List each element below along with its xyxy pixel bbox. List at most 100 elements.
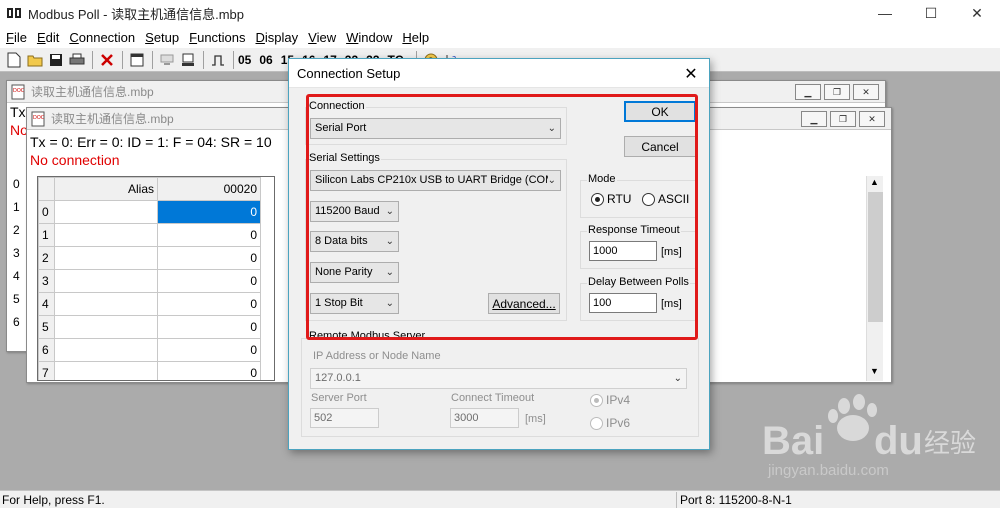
row-index: 2 — [38, 246, 55, 270]
status-bar: For Help, press F1. Port 8: 115200-8-N-1 — [0, 490, 1000, 508]
table-row: 3 0 — [38, 269, 261, 293]
chevron-down-icon: ⌄ — [673, 373, 682, 384]
alias-cell[interactable] — [54, 292, 158, 316]
row-number: 3 — [13, 246, 20, 260]
alias-column-header[interactable]: Alias — [54, 177, 158, 201]
print-icon[interactable] — [67, 50, 87, 70]
server-port-label: Server Port — [311, 392, 367, 404]
address-column-header[interactable]: 00020 — [157, 177, 261, 201]
toolbar-separator — [152, 50, 153, 69]
pulse-icon[interactable] — [208, 50, 228, 70]
alias-cell[interactable] — [54, 223, 158, 247]
alias-cell[interactable] — [54, 338, 158, 362]
dialog-title-bar[interactable]: Connection Setup ✕ — [289, 59, 709, 88]
row-index: 1 — [38, 223, 55, 247]
alias-cell[interactable] — [54, 246, 158, 270]
connect-timeout-label: Connect Timeout — [451, 392, 535, 404]
watermark-url: jingyan.baidu.com — [768, 462, 889, 479]
value-cell[interactable]: 0 — [157, 315, 261, 339]
baidu-watermark: Bai du 经验 jingyan.baidu.com — [760, 392, 980, 488]
toolbar-separator — [122, 50, 123, 69]
table-row: 2 0 — [38, 246, 261, 270]
value-cell[interactable]: 0 — [157, 200, 261, 224]
alias-cell[interactable] — [54, 361, 158, 380]
function-06-button[interactable]: 06 — [259, 53, 272, 67]
alias-cell[interactable] — [54, 315, 158, 339]
window-icon[interactable] — [127, 50, 147, 70]
table-row: 1 0 — [38, 223, 261, 247]
row-index: 0 — [38, 200, 55, 224]
ipv4-label: IPv4 — [606, 393, 631, 407]
table-row: 6 0 — [38, 338, 261, 362]
grid-corner-cell — [38, 177, 55, 201]
connect-icon[interactable] — [157, 50, 177, 70]
grid-header-row: Alias 00020 — [38, 177, 261, 201]
document-icon: DOC — [31, 111, 45, 126]
table-row: 0 0 — [38, 200, 261, 224]
scroll-up-icon[interactable]: ▲ — [870, 177, 879, 187]
document-icon: DOC — [11, 84, 25, 99]
menu-edit[interactable]: Edit — [33, 30, 63, 45]
menu-window[interactable]: Window — [342, 30, 396, 45]
close-button[interactable]: ✕ — [954, 0, 1000, 26]
child-minimize-button[interactable]: ▁ — [801, 111, 827, 127]
port-status: Port 8: 115200-8-N-1 — [676, 492, 792, 508]
value-cell[interactable]: 0 — [157, 292, 261, 316]
save-icon[interactable] — [46, 50, 66, 70]
row-index: 4 — [38, 292, 55, 316]
minimize-button[interactable]: — — [862, 0, 908, 26]
child-close-button[interactable]: ✕ — [859, 111, 885, 127]
value-cell[interactable]: 0 — [157, 246, 261, 270]
menu-help[interactable]: Help — [398, 30, 433, 45]
delete-icon[interactable] — [97, 50, 117, 70]
ipv6-radio[interactable]: IPv6 — [590, 416, 630, 430]
child-close-button[interactable]: ✕ — [853, 84, 879, 100]
menu-file[interactable]: File — [2, 30, 31, 45]
connect-timeout-input[interactable]: 3000 — [450, 408, 519, 428]
menu-setup[interactable]: Setup — [141, 30, 183, 45]
connect-timeout-unit: [ms] — [525, 413, 546, 425]
maximize-button[interactable]: ☐ — [908, 0, 954, 26]
dialog-title: Connection Setup — [297, 65, 401, 81]
child-title: 读取主机通信信息.mbp — [51, 112, 174, 126]
child-minimize-button[interactable]: ▁ — [795, 84, 821, 100]
value-cell[interactable]: 0 — [157, 223, 261, 247]
value-cell[interactable]: 0 — [157, 269, 261, 293]
help-hint: For Help, press F1. — [2, 493, 105, 507]
svg-text:DOC: DOC — [13, 88, 25, 94]
open-folder-icon[interactable] — [25, 50, 45, 70]
radio-selected-icon — [590, 393, 603, 407]
child-restore-button[interactable]: ❐ — [830, 111, 856, 127]
disconnect-icon[interactable] — [178, 50, 198, 70]
new-file-icon[interactable] — [4, 50, 24, 70]
row-number: 2 — [13, 223, 20, 237]
menu-bar: File Edit Connection Setup Functions Dis… — [0, 26, 1000, 48]
table-row: 7 0 — [38, 361, 261, 380]
toolbar-separator — [92, 50, 93, 69]
menu-functions[interactable]: Functions — [185, 30, 249, 45]
ip-address-label: IP Address or Node Name — [313, 350, 441, 362]
value-cell[interactable]: 0 — [157, 338, 261, 362]
dialog-close-button[interactable]: ✕ — [673, 59, 709, 88]
child-title: 读取主机通信信息.mbp — [31, 85, 154, 99]
ip-address-select[interactable]: 127.0.0.1 ⌄ — [310, 368, 687, 389]
main-title-bar: Modbus Poll - 读取主机通信信息.mbp — ☐ ✕ — [0, 0, 1000, 26]
menu-connection[interactable]: Connection — [65, 30, 139, 45]
window-title: Modbus Poll - 读取主机通信信息.mbp — [28, 6, 244, 22]
toolbar-separator — [203, 50, 204, 69]
row-index: 6 — [38, 338, 55, 362]
baidu-logo-icon: Bai du 经验 — [762, 394, 976, 463]
child-restore-button[interactable]: ❐ — [824, 84, 850, 100]
scrollbar-thumb[interactable] — [868, 192, 883, 322]
value-cell[interactable]: 0 — [157, 361, 261, 380]
server-port-input[interactable]: 502 — [310, 408, 379, 428]
function-05-button[interactable]: 05 — [238, 53, 251, 67]
alias-cell[interactable] — [54, 200, 158, 224]
menu-display[interactable]: Display — [252, 30, 303, 45]
ipv4-radio[interactable]: IPv4 — [590, 393, 630, 407]
vertical-scrollbar[interactable]: ▲ ▼ — [866, 176, 883, 381]
alias-cell[interactable] — [54, 269, 158, 293]
menu-view[interactable]: View — [304, 30, 340, 45]
scroll-down-icon[interactable]: ▼ — [870, 366, 879, 376]
row-number: 6 — [13, 315, 20, 329]
